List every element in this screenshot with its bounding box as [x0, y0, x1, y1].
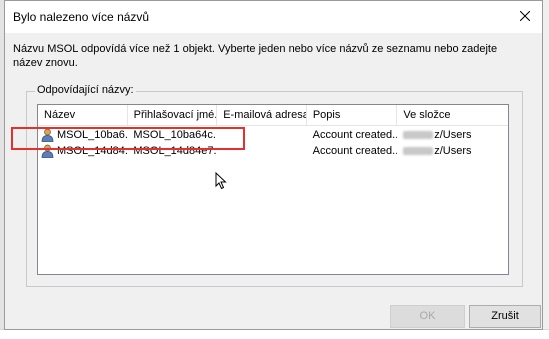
mouse-cursor-icon: [215, 172, 227, 190]
title-bar: Bylo nalezeno více názvů: [5, 1, 542, 33]
dialog-title: Bylo nalezeno více názvů: [13, 10, 150, 24]
selection-highlight-box: [11, 127, 245, 150]
matching-names-group: Odpovídající názvy: Název Přihlašovací j…: [26, 84, 523, 287]
column-header-description[interactable]: Popis: [307, 105, 398, 125]
column-header-email[interactable]: E-mailová adresa: [217, 105, 307, 125]
group-label: Odpovídající názvy:: [35, 84, 136, 96]
dialog-message: Názvu MSOL odpovídá více než 1 objekt. V…: [13, 43, 498, 69]
close-button[interactable]: [512, 5, 538, 27]
ok-button[interactable]: OK: [390, 305, 465, 328]
row-description: Account created...: [312, 145, 398, 157]
cancel-button[interactable]: Zrušit: [469, 305, 541, 328]
close-icon: [520, 11, 530, 21]
column-header-name[interactable]: Název: [38, 105, 128, 125]
row-folder-cell: z/Users: [397, 127, 508, 143]
background-window-strip: [0, 329, 549, 339]
redacted-domain: [403, 131, 434, 140]
column-header-folder[interactable]: Ve složce: [397, 105, 508, 125]
list-header: Název Přihlašovací jmé... E-mailová adre…: [38, 105, 508, 126]
multiple-names-found-dialog: Bylo nalezeno více názvů Názvu MSOL odpo…: [4, 0, 543, 330]
row-folder: z/Users: [434, 129, 472, 141]
column-header-login[interactable]: Přihlašovací jmé...: [128, 105, 218, 125]
redacted-domain: [403, 147, 434, 156]
row-description: Account created...: [312, 129, 398, 141]
row-folder-cell: z/Users: [397, 143, 508, 159]
row-folder: z/Users: [434, 145, 472, 157]
